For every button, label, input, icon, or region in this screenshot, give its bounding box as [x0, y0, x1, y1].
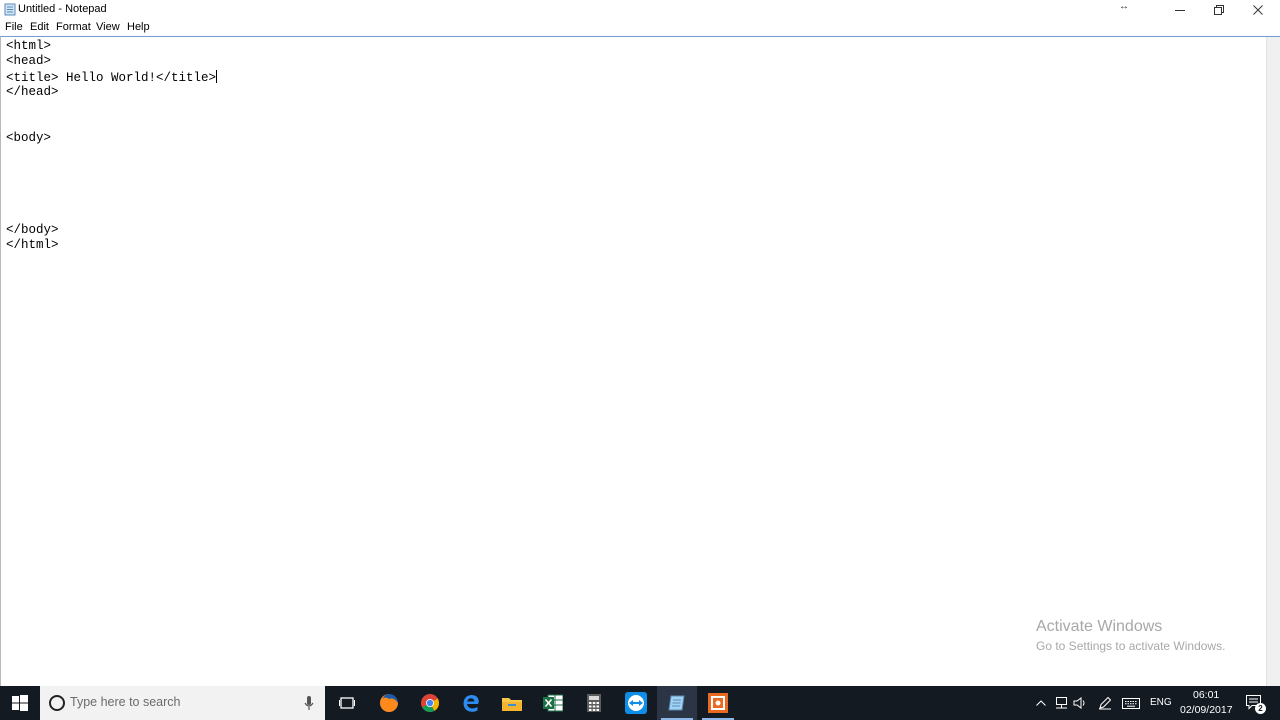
taskbar-teamviewer[interactable]	[616, 686, 656, 720]
edge-icon	[463, 694, 479, 712]
presentation-app-icon	[708, 693, 728, 713]
file-explorer-icon	[502, 698, 522, 711]
menu-file[interactable]: File	[5, 21, 23, 33]
taskbar-chrome[interactable]	[410, 686, 450, 720]
vertical-scrollbar[interactable]	[1266, 37, 1280, 686]
taskbar-excel[interactable]	[533, 686, 573, 720]
chrome-icon	[421, 694, 439, 713]
menu-format[interactable]: Format	[56, 21, 91, 33]
menu-help[interactable]: Help	[127, 21, 150, 33]
network-button[interactable]	[1052, 686, 1070, 720]
task-view-button[interactable]	[327, 686, 367, 720]
menu-bar: File Edit Format View Help	[0, 19, 1280, 36]
editor-line-text: <head>	[6, 54, 52, 69]
editor-line[interactable]: </html>	[6, 238, 217, 253]
touch-keyboard-button[interactable]	[1120, 686, 1142, 720]
editor-line-text: </head>	[6, 85, 59, 100]
taskbar-search-box[interactable]: Type here to search	[40, 686, 325, 720]
volume-button[interactable]	[1071, 686, 1089, 720]
editor-line[interactable]: <head>	[6, 54, 217, 69]
input-language[interactable]: ENG	[1150, 697, 1172, 708]
network-icon	[1055, 697, 1067, 709]
volume-icon	[1073, 697, 1085, 709]
text-caret	[216, 69, 218, 83]
keyboard-icon	[1122, 697, 1140, 709]
taskbar-notepad-active[interactable]	[657, 686, 697, 720]
editor-line[interactable]	[6, 208, 217, 223]
cortana-icon	[49, 695, 65, 711]
notepad-icon	[4, 3, 16, 16]
taskbar-firefox[interactable]	[369, 686, 409, 720]
editor-line[interactable]: </head>	[6, 85, 217, 100]
editor-line[interactable]: </body>	[6, 223, 217, 238]
notification-badge: 2	[1255, 703, 1266, 714]
chevron-up-icon	[1036, 700, 1046, 706]
minimize-button[interactable]	[1161, 0, 1199, 19]
show-hidden-icons-button[interactable]	[1033, 686, 1049, 720]
editor-line-text: <html>	[6, 39, 52, 53]
taskbar-calculator[interactable]	[574, 686, 614, 720]
clock-time[interactable]: 06:01	[1193, 689, 1219, 701]
start-button[interactable]	[0, 686, 40, 720]
title-bar[interactable]: Untitled - Notepad ↔	[0, 0, 1280, 19]
taskbar-file-explorer[interactable]	[492, 686, 532, 720]
pen-icon	[1099, 696, 1112, 710]
editor-line[interactable]	[6, 116, 217, 131]
minimize-icon	[1175, 9, 1185, 11]
pen-workspace-button[interactable]	[1095, 686, 1115, 720]
editor-line[interactable]: <title> Hello World!</title>	[6, 69, 218, 85]
editor-line-text: <title> Hello World!</title>	[6, 70, 217, 85]
restore-button[interactable]	[1200, 0, 1238, 19]
editor-line[interactable]	[6, 162, 217, 177]
task-view-icon	[339, 697, 355, 709]
menu-view[interactable]: View	[96, 21, 120, 33]
activation-watermark: Activate Windows Go to Settings to activ…	[1036, 617, 1225, 655]
action-center-button[interactable]: 2	[1243, 686, 1266, 720]
editor-line-text: </html>	[6, 238, 59, 253]
text-editor[interactable]: <html> <head> <title> Hello World!</title>…	[0, 36, 1280, 686]
editor-line[interactable]	[6, 146, 217, 161]
editor-line-text: </body>	[6, 223, 59, 238]
firefox-icon	[380, 694, 398, 712]
editor-line-text: <body>	[6, 131, 52, 146]
close-button[interactable]	[1239, 0, 1277, 19]
calculator-icon	[587, 694, 601, 712]
editor-content[interactable]: <html> <head> <title> Hello World!</title>…	[6, 39, 218, 254]
excel-icon	[543, 694, 563, 712]
taskbar-presentation-app[interactable]	[698, 686, 738, 720]
taskbar: Type here to search ENG 06:01 02/09/2017…	[0, 686, 1280, 720]
watermark-title: Activate Windows	[1036, 618, 1163, 635]
notepad-icon	[668, 695, 685, 711]
teamviewer-icon	[625, 692, 647, 714]
windows-logo-icon	[12, 695, 28, 711]
editor-line[interactable]	[6, 177, 217, 192]
editor-line[interactable]: <html>	[6, 39, 217, 54]
resize-cursor-icon: ↔	[1119, 1, 1129, 12]
restore-icon	[1214, 4, 1224, 15]
close-icon	[1253, 4, 1263, 15]
search-placeholder: Type here to search	[70, 695, 181, 709]
watermark-subtitle: Go to Settings to activate Windows.	[1036, 639, 1226, 653]
editor-line[interactable]	[6, 100, 217, 115]
editor-line[interactable]: <body>	[6, 131, 217, 146]
microphone-icon[interactable]	[304, 696, 314, 711]
clock-date[interactable]: 02/09/2017	[1180, 704, 1233, 716]
taskbar-edge[interactable]	[451, 686, 491, 720]
menu-edit[interactable]: Edit	[30, 21, 49, 33]
window-title: Untitled - Notepad	[18, 3, 107, 15]
editor-line[interactable]	[6, 192, 217, 207]
